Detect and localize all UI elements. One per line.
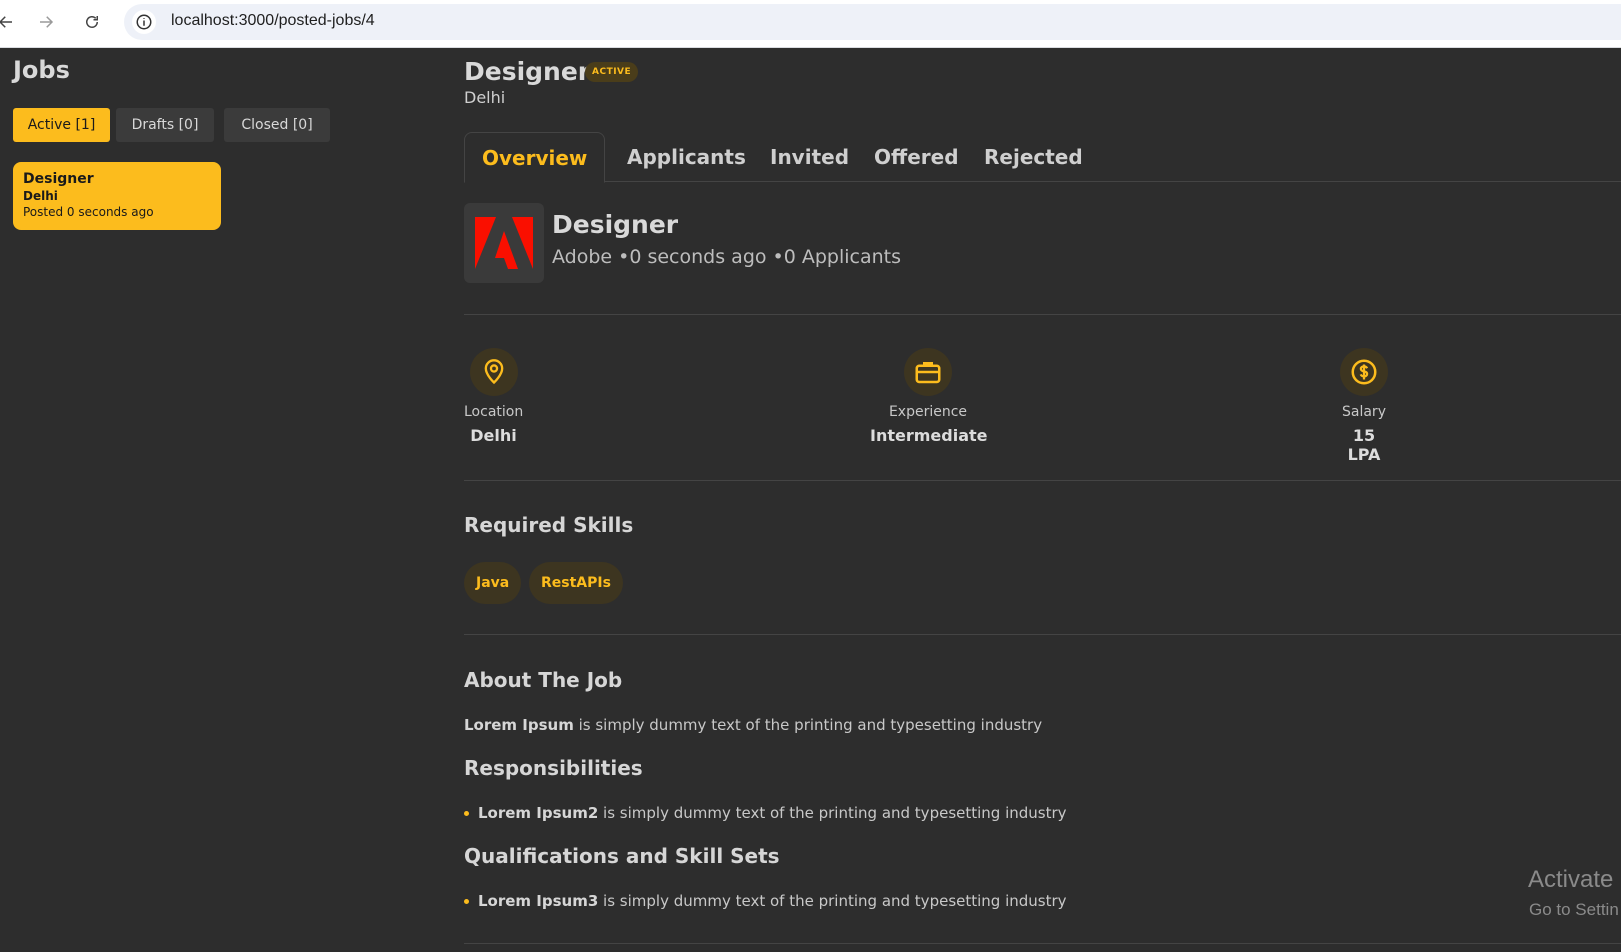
about-bold: Lorem Ipsum (464, 716, 574, 734)
activation-watermark-title: Activate (1528, 866, 1614, 893)
about-text: Lorem Ipsum is simply dummy text of the … (464, 716, 1042, 734)
filter-active-button[interactable]: Active [1] (13, 108, 110, 142)
tab-rejected[interactable]: Rejected (967, 132, 1100, 182)
job-list-item[interactable]: Designer Delhi Posted 0 seconds ago (13, 162, 221, 230)
job-location: Delhi (464, 88, 506, 107)
divider (464, 314, 1621, 315)
skills-heading: Required Skills (464, 513, 634, 537)
activation-watermark-subtitle: Go to Settin (1529, 900, 1619, 919)
briefcase-icon (904, 348, 952, 396)
stat-value: Delhi (470, 426, 517, 445)
address-bar[interactable]: localhost:3000/posted-jobs/4 (124, 4, 1621, 40)
stat-value: Intermediate (870, 426, 988, 445)
company-logo (464, 203, 544, 283)
status-badge: ACTIVE (585, 62, 639, 82)
tab-offered[interactable]: Offered (857, 132, 976, 182)
list-item: Lorem Ipsum2 is simply dummy text of the… (464, 804, 1067, 822)
list-item-bold: Lorem Ipsum3 (478, 892, 599, 910)
list-item-text: is simply dummy text of the printing and… (598, 804, 1067, 822)
reload-button[interactable] (78, 8, 106, 36)
sidebar-title: Jobs (13, 56, 70, 84)
adobe-logo-icon (475, 217, 533, 269)
map-pin-icon (469, 348, 518, 396)
role-meta: Adobe •0 seconds ago •0 Applicants (552, 246, 902, 268)
skill-chip: Java (464, 562, 522, 604)
dollar-circle-icon (1340, 348, 1388, 396)
about-heading: About The Job (464, 668, 623, 692)
divider (464, 943, 1621, 944)
divider (464, 634, 1621, 635)
back-button[interactable] (0, 8, 20, 36)
stat-label: Experience (888, 404, 968, 420)
responsibilities-heading: Responsibilities (464, 756, 643, 780)
forward-button[interactable] (32, 8, 60, 36)
stat-experience: Experience Intermediate (870, 348, 988, 445)
job-card-title: Designer (23, 171, 94, 187)
filter-closed-button[interactable]: Closed [0] (224, 108, 330, 142)
arrow-left-icon (0, 16, 12, 28)
job-detail-panel: Designer ACTIVE Delhi Overview Applicant… (464, 48, 1621, 952)
tab-bar: Overview Applicants Invited Offered Reje… (464, 132, 1621, 183)
list-item: Lorem Ipsum3 is simply dummy text of the… (464, 892, 1067, 910)
list-item-bold: Lorem Ipsum2 (478, 804, 599, 822)
tab-invited[interactable]: Invited (753, 132, 866, 182)
stat-value: 15 LPA (1347, 426, 1381, 464)
skill-chip: RestAPIs (529, 562, 623, 604)
stat-salary: Salary 15 LPA (1334, 348, 1394, 464)
list-item-text: is simply dummy text of the printing and… (598, 892, 1067, 910)
qualifications-heading: Qualifications and Skill Sets (464, 844, 780, 868)
tab-applicants[interactable]: Applicants (610, 132, 763, 182)
filter-drafts-button[interactable]: Drafts [0] (116, 108, 214, 142)
job-card-posted: Posted 0 seconds ago (23, 205, 154, 219)
browser-toolbar: localhost:3000/posted-jobs/4 (0, 0, 1621, 48)
stat-location: Location Delhi (464, 348, 523, 445)
url-text: localhost:3000/posted-jobs/4 (171, 12, 375, 29)
divider (464, 480, 1621, 481)
arrow-right-icon (40, 16, 54, 28)
about-body: is simply dummy text of the printing and… (573, 716, 1043, 734)
reload-icon (86, 16, 98, 28)
stat-label: Location (464, 404, 524, 420)
tab-overview[interactable]: Overview (464, 132, 606, 183)
page-title: Designer (464, 57, 591, 86)
stat-label: Salary (1342, 404, 1386, 420)
job-card-location: Delhi (23, 189, 58, 203)
site-info-icon[interactable] (132, 10, 156, 34)
role-title: Designer (552, 210, 679, 239)
